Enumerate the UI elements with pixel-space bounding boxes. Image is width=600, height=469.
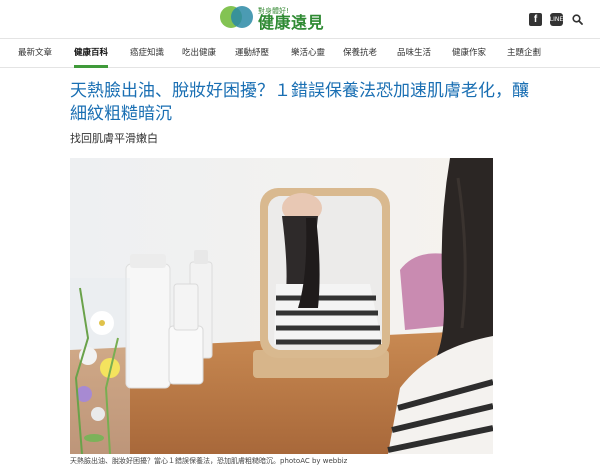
- article-subtitle: 找回肌膚平滑嫩白: [70, 132, 158, 145]
- nav-item-exercise[interactable]: 運動紓壓: [235, 39, 269, 68]
- nav-item-eat-healthy[interactable]: 吃出健康: [182, 39, 216, 68]
- logo-name: 健康遠見: [258, 12, 325, 32]
- flowers: [70, 278, 130, 454]
- nav-item-features[interactable]: 主題企劃: [507, 39, 541, 68]
- nav-item-latest[interactable]: 最新文章: [18, 39, 52, 68]
- nav-item-lifestyle[interactable]: 品味生活: [397, 39, 431, 68]
- mirror: [253, 188, 390, 378]
- logo-icon: [220, 6, 254, 32]
- nav-item-health-encyclopedia[interactable]: 健康百科: [74, 39, 109, 68]
- facebook-icon[interactable]: f: [529, 13, 542, 26]
- image-caption: 天熱臉出油、脫妝好困擾？當心１錯誤保養法，恐加肌膚粗糙暗沉。photoAC by…: [70, 457, 348, 465]
- article-hero-image: [70, 158, 493, 454]
- header-icons: f LINE: [529, 13, 584, 26]
- main-nav: 最新文章 健康百科 癌症知識 吃出健康 運動紓壓 樂活心靈 保養抗老 品味生活 …: [0, 38, 600, 68]
- mirror-scene-illustration: [70, 158, 493, 454]
- search-icon[interactable]: [571, 13, 584, 26]
- line-icon[interactable]: LINE: [550, 13, 563, 26]
- site-header: 對身體好! 健康遠見 f LINE: [0, 0, 600, 38]
- site-logo[interactable]: 對身體好! 健康遠見: [220, 5, 324, 33]
- nav-item-anti-aging[interactable]: 保養抗老: [343, 39, 377, 68]
- article-title: 天熱臉出油、脫妝好困擾？１錯誤保養法恐加速肌膚老化，釀細紋粗糙暗沉: [70, 81, 529, 124]
- nav-item-mind[interactable]: 樂活心靈: [291, 39, 325, 68]
- nav-item-cancer[interactable]: 癌症知識: [130, 39, 164, 68]
- nav-item-writers[interactable]: 健康作家: [452, 39, 486, 68]
